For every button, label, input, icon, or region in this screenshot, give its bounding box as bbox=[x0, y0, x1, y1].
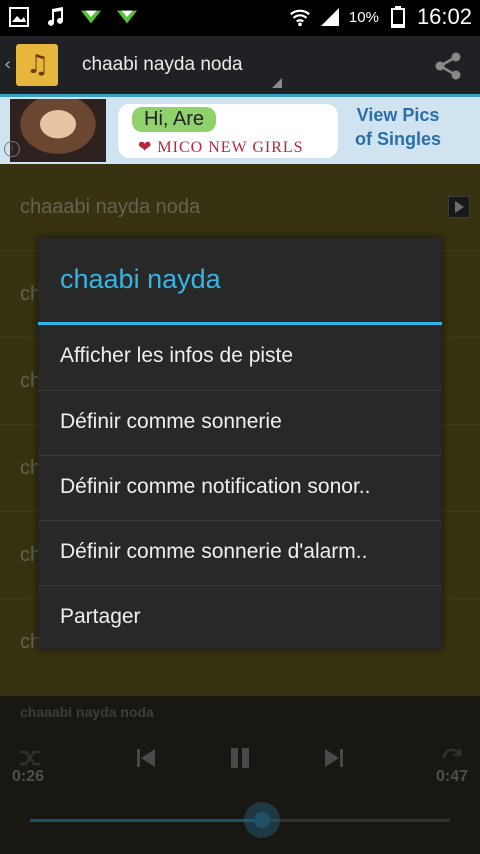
menu-item-label: Définir comme sonnerie d'alarm.. bbox=[60, 540, 368, 563]
image-icon bbox=[8, 6, 30, 28]
app-icon[interactable]: ♫ bbox=[16, 44, 58, 86]
battery-percent: 10% bbox=[348, 8, 379, 26]
info-icon[interactable]: i bbox=[4, 141, 20, 157]
download-arrow-icon bbox=[116, 6, 138, 28]
dialog-title: chaabi nayda bbox=[60, 264, 221, 294]
clock: 16:02 bbox=[416, 4, 472, 29]
ad-banner[interactable]: i Hi, Are ❤ MICO NEW GIRLS View Pics of … bbox=[0, 97, 480, 164]
status-bar: 10% 16:02 bbox=[0, 0, 480, 36]
action-bar: ‹ ♫ chaabi nayda noda bbox=[0, 36, 480, 94]
menu-item-set-ringtone[interactable]: Définir comme sonnerie bbox=[38, 390, 442, 456]
menu-item-label: Afficher les infos de piste bbox=[60, 344, 294, 367]
ad-greeting: Hi, Are bbox=[132, 107, 217, 132]
context-menu-dialog: chaabi nayda Afficher les infos de piste… bbox=[38, 238, 442, 649]
action-bar-title[interactable]: chaabi nayda noda bbox=[82, 54, 243, 76]
signal-icon bbox=[319, 6, 341, 28]
dropdown-caret-icon bbox=[272, 78, 282, 88]
menu-item-label: Définir comme notification sonor.. bbox=[60, 475, 371, 498]
menu-item-label: Définir comme sonnerie bbox=[60, 410, 282, 433]
back-chevron-icon[interactable]: ‹ bbox=[4, 54, 11, 75]
ad-cta[interactable]: View Pics of Singles bbox=[355, 103, 441, 151]
ad-bubble: Hi, Are ❤ MICO NEW GIRLS bbox=[118, 104, 338, 158]
music-note-icon bbox=[44, 6, 66, 28]
wifi-icon bbox=[289, 6, 311, 28]
download-arrow-icon bbox=[80, 6, 102, 28]
menu-item-track-info[interactable]: Afficher les infos de piste bbox=[38, 325, 442, 390]
battery-icon bbox=[387, 6, 409, 28]
menu-item-set-alarm[interactable]: Définir comme sonnerie d'alarm.. bbox=[38, 520, 442, 586]
menu-item-set-notification[interactable]: Définir comme notification sonor.. bbox=[38, 455, 442, 521]
ad-photo bbox=[10, 99, 106, 162]
menu-item-share[interactable]: Partager bbox=[38, 585, 442, 651]
ad-brand: ❤ MICO NEW GIRLS bbox=[138, 139, 304, 156]
share-icon[interactable] bbox=[434, 52, 462, 80]
heart-icon: ❤ bbox=[138, 139, 158, 156]
menu-item-label: Partager bbox=[60, 605, 141, 628]
